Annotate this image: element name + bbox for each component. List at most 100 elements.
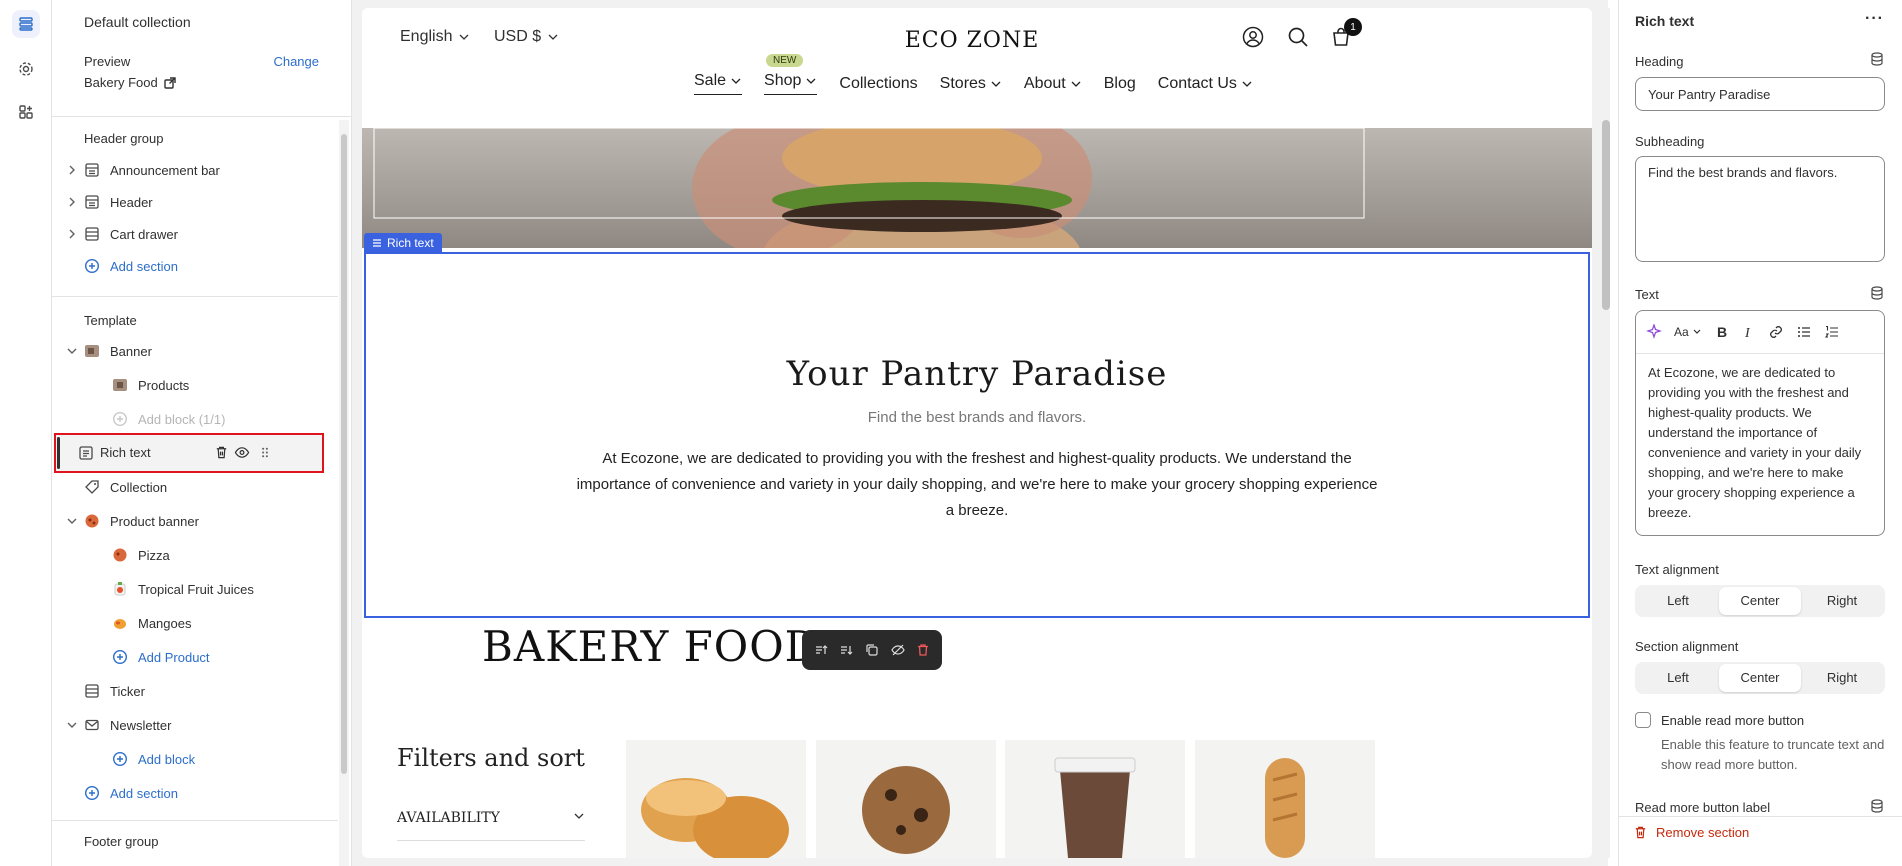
tree-item-pizza[interactable]: Pizza	[52, 541, 338, 569]
move-up-icon[interactable]	[812, 641, 830, 659]
currency-label: USD $	[494, 28, 542, 45]
rich-text-toolbar: Aa B I	[1635, 310, 1885, 354]
tree-item-mangoes[interactable]: Mangoes	[52, 609, 338, 637]
product-card-buns[interactable]	[626, 740, 806, 858]
add-section-label: Add section	[110, 258, 178, 274]
tree-item-products[interactable]: Products	[52, 371, 338, 399]
nav-label: Shop	[764, 72, 802, 89]
tree-item-ticker[interactable]: Ticker	[52, 677, 338, 705]
scrollbar-thumb[interactable]	[1602, 120, 1610, 310]
heading-input[interactable]	[1635, 77, 1885, 111]
delete-icon[interactable]	[914, 641, 932, 659]
eye-icon[interactable]	[234, 445, 250, 460]
nav-contact-us[interactable]: Contact Us	[1158, 72, 1253, 95]
settings-icon[interactable]	[12, 55, 40, 83]
add-product-label: Add Product	[138, 649, 210, 665]
add-product-button[interactable]: Add Product	[52, 643, 338, 671]
section-align-right-option[interactable]: Right	[1801, 664, 1883, 692]
text-alignment-control: Left Center Right	[1635, 585, 1885, 617]
nav-shop[interactable]: Shop	[764, 72, 818, 95]
product-card-coffee-cup[interactable]	[1005, 740, 1185, 858]
chevron-right-icon[interactable]	[66, 228, 78, 240]
subheading-textarea[interactable]: Find the best brands and flavors.	[1635, 156, 1885, 262]
settings-title: Rich text	[1635, 13, 1695, 29]
availability-filter[interactable]: AVAILABILITY	[397, 810, 585, 841]
currency-selector[interactable]: USD $	[494, 28, 559, 46]
add-section-template-button[interactable]: Add section	[52, 779, 338, 807]
sparkle-ai-icon[interactable]	[1646, 324, 1662, 340]
nav-about[interactable]: About	[1024, 72, 1082, 95]
apps-icon[interactable]	[12, 98, 40, 126]
tree-item-cart-drawer[interactable]: Cart drawer	[52, 220, 338, 248]
trash-icon[interactable]	[214, 445, 229, 460]
language-selector[interactable]: English	[400, 28, 470, 46]
store-logo[interactable]: ECO ZONE	[802, 28, 1142, 53]
nav-sale[interactable]: Sale	[694, 72, 743, 95]
sections-icon[interactable]	[12, 10, 40, 38]
product-card-cookies[interactable]	[816, 740, 996, 858]
duplicate-icon[interactable]	[863, 641, 881, 659]
read-more-checkbox[interactable]	[1635, 712, 1651, 728]
text-align-left-option[interactable]: Left	[1637, 587, 1719, 615]
products-thumbnail-icon	[112, 377, 128, 393]
nav-stores[interactable]: Stores	[940, 72, 1002, 95]
text-align-right-option[interactable]: Right	[1801, 587, 1883, 615]
preview-scrollbar[interactable]	[1600, 8, 1610, 858]
tree-item-banner[interactable]: Banner	[52, 337, 338, 365]
hide-icon[interactable]	[889, 641, 907, 659]
more-options-icon[interactable]: ···	[1865, 10, 1884, 28]
settings-panel: Rich text ··· Heading Subheading Find th…	[1618, 0, 1902, 866]
tree-label: Rich text	[100, 445, 151, 460]
chevron-right-icon[interactable]	[66, 164, 78, 176]
tree-item-tropical-fruit-juices[interactable]: Tropical Fruit Juices	[52, 575, 338, 603]
rich-text-body: At Ecozone, we are dedicated to providin…	[576, 450, 1378, 519]
tree-label: Announcement bar	[110, 162, 220, 178]
tree-item-header[interactable]: Header	[52, 188, 338, 216]
product-card-bread[interactable]	[1195, 740, 1375, 858]
chevron-down-icon[interactable]	[66, 345, 78, 357]
store-name[interactable]: Bakery Food	[84, 75, 158, 90]
rich-text-section[interactable]: Your Pantry Paradise Find the best brand…	[364, 252, 1590, 618]
text-editor[interactable]: At Ecozone, we are dedicated to providin…	[1635, 353, 1885, 536]
section-align-center-option[interactable]: Center	[1719, 664, 1801, 692]
chevron-right-icon[interactable]	[66, 196, 78, 208]
scrollbar-thumb[interactable]	[341, 134, 347, 774]
numbered-list-icon[interactable]	[1824, 324, 1840, 340]
buns-image	[641, 778, 789, 858]
bread-image	[1265, 758, 1305, 858]
text-align-center-option[interactable]: Center	[1719, 587, 1801, 615]
external-link-icon[interactable]	[164, 76, 176, 89]
link-icon[interactable]	[1768, 324, 1784, 340]
plus-circle-icon	[112, 751, 128, 767]
tree-label: Collection	[110, 479, 168, 495]
search-icon[interactable]	[1287, 26, 1309, 48]
tree-item-newsletter[interactable]: Newsletter	[52, 711, 338, 739]
tree-item-product-banner[interactable]: Product banner	[52, 507, 338, 535]
sections-scrollbar[interactable]	[339, 120, 349, 866]
drag-handle-icon[interactable]	[260, 445, 270, 460]
italic-icon[interactable]: I	[1742, 324, 1756, 340]
selected-rich-text-item[interactable]: Rich text	[54, 433, 324, 473]
section-align-left-option[interactable]: Left	[1637, 664, 1719, 692]
bold-icon[interactable]: B	[1716, 324, 1730, 340]
chevron-down-icon[interactable]	[66, 719, 78, 731]
dynamic-source-icon[interactable]	[1870, 286, 1884, 300]
account-icon[interactable]	[1242, 26, 1264, 48]
template-label: Template	[84, 313, 137, 328]
tree-item-collection[interactable]: Collection	[52, 473, 338, 501]
icon-rail	[0, 0, 52, 866]
dynamic-source-icon[interactable]	[1870, 52, 1884, 66]
remove-section-button[interactable]: Remove section	[1633, 825, 1749, 840]
rich-text-section-tag[interactable]: Rich text	[364, 233, 442, 253]
nav-blog[interactable]: Blog	[1104, 72, 1136, 95]
tree-item-announcement-bar[interactable]: Announcement bar	[52, 156, 338, 184]
add-block-button[interactable]: Add block	[52, 745, 338, 773]
bullet-list-icon[interactable]	[1796, 324, 1812, 340]
nav-collections[interactable]: Collections	[839, 72, 917, 95]
chevron-down-icon[interactable]	[66, 515, 78, 527]
text-style-icon[interactable]: Aa	[1674, 324, 1704, 340]
dynamic-source-icon[interactable]	[1870, 799, 1884, 813]
add-section-header-button[interactable]: Add section	[52, 252, 338, 280]
move-down-icon[interactable]	[837, 641, 855, 659]
change-link[interactable]: Change	[273, 54, 319, 69]
